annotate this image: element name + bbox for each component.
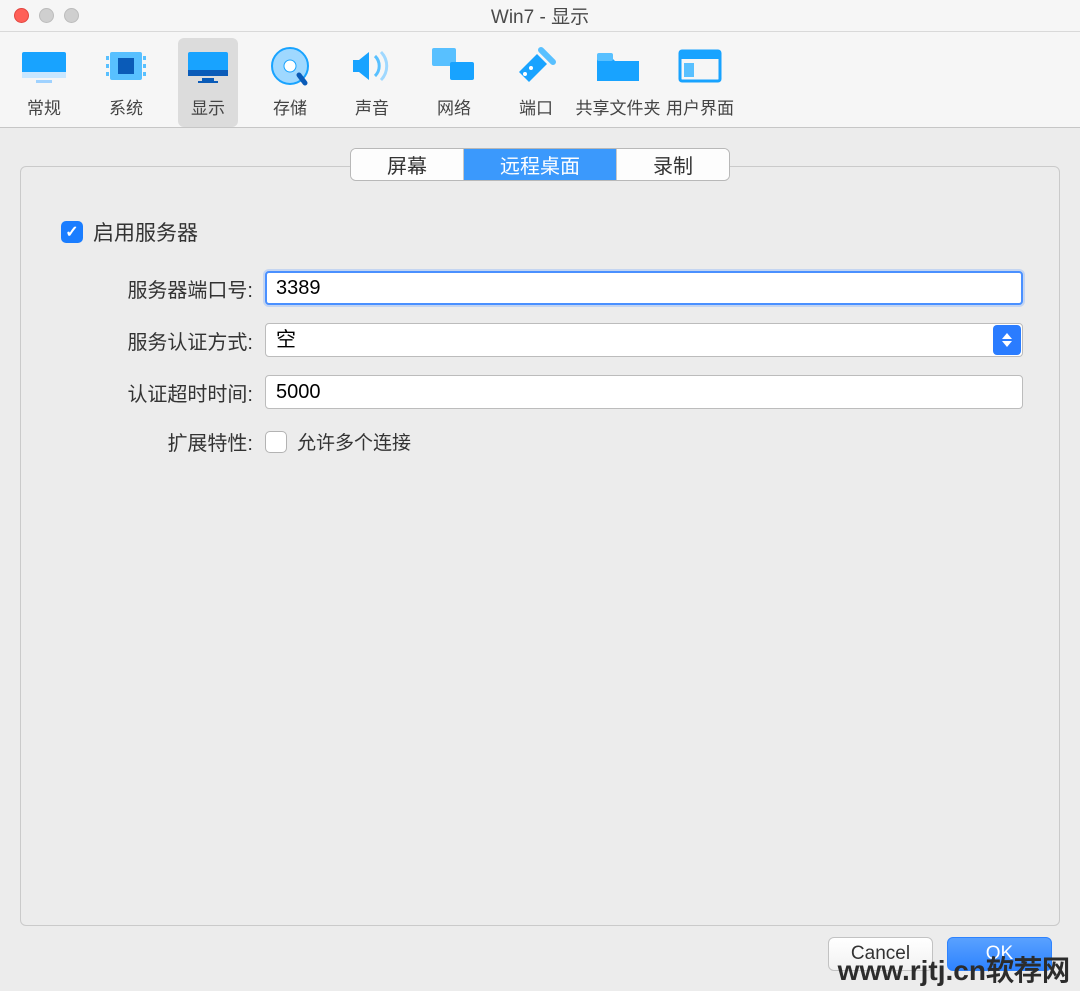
footer-buttons: Cancel OK — [828, 937, 1052, 971]
window-title: Win7 - 显示 — [0, 2, 1080, 29]
server-port-row: 服务器端口号: — [57, 271, 1023, 305]
shared-folder-icon — [593, 44, 643, 88]
tab-bar: 屏幕 远程桌面 录制 — [10, 148, 1070, 181]
server-port-label: 服务器端口号: — [57, 274, 257, 303]
toolbar-label: 声音 — [355, 94, 389, 119]
tab-record[interactable]: 录制 — [617, 149, 729, 180]
toolbar-label: 共享文件夹 — [576, 94, 661, 119]
traffic-lights — [0, 8, 79, 23]
tab-remote-desktop[interactable]: 远程桌面 — [464, 149, 617, 180]
auth-method-label: 服务认证方式: — [57, 326, 257, 355]
toolbar-label: 用户界面 — [666, 94, 734, 119]
display-icon — [183, 44, 233, 88]
settings-panel: 启用服务器 服务器端口号: 服务认证方式: 空 认证超时时间: — [20, 166, 1060, 926]
toolbar-item-storage[interactable]: 存储 — [260, 38, 320, 127]
auth-timeout-label: 认证超时时间: — [57, 378, 257, 407]
toolbar-item-audio[interactable]: 声音 — [342, 38, 402, 127]
toolbar: 常规 系统 显示 存储 声音 网络 端口 — [0, 32, 1080, 128]
toolbar-label: 网络 — [437, 94, 471, 119]
toolbar-label: 常规 — [27, 94, 61, 119]
network-icon — [429, 44, 479, 88]
toolbar-item-ui[interactable]: 用户界面 — [670, 38, 730, 127]
toolbar-label: 存储 — [273, 94, 307, 119]
auth-method-select[interactable]: 空 — [265, 323, 1023, 357]
toolbar-item-network[interactable]: 网络 — [424, 38, 484, 127]
auth-timeout-row: 认证超时时间: — [57, 375, 1023, 409]
allow-multi-checkbox[interactable] — [265, 431, 287, 453]
zoom-window-button[interactable] — [64, 8, 79, 23]
storage-icon — [265, 44, 315, 88]
toolbar-label: 显示 — [191, 94, 225, 119]
audio-icon — [347, 44, 397, 88]
auth-method-row: 服务认证方式: 空 — [57, 323, 1023, 357]
ports-icon — [511, 44, 561, 88]
server-port-input[interactable] — [265, 271, 1023, 305]
cancel-button[interactable]: Cancel — [828, 937, 933, 971]
general-icon — [19, 44, 69, 88]
system-icon — [101, 44, 151, 88]
toolbar-item-ports[interactable]: 端口 — [506, 38, 566, 127]
ok-button[interactable]: OK — [947, 937, 1052, 971]
toolbar-label: 端口 — [519, 94, 553, 119]
toolbar-label: 系统 — [109, 94, 143, 119]
enable-server-label: 启用服务器 — [93, 217, 198, 247]
toolbar-item-system[interactable]: 系统 — [96, 38, 156, 127]
enable-server-row: 启用服务器 — [61, 217, 1023, 247]
auth-timeout-input[interactable] — [265, 375, 1023, 409]
tab-screen[interactable]: 屏幕 — [351, 149, 464, 180]
titlebar: Win7 - 显示 — [0, 0, 1080, 32]
toolbar-item-display[interactable]: 显示 — [178, 38, 238, 127]
content: 屏幕 远程桌面 录制 启用服务器 服务器端口号: 服务认证方式: 空 — [0, 128, 1080, 936]
allow-multi-label: 允许多个连接 — [297, 428, 411, 455]
close-window-button[interactable] — [14, 8, 29, 23]
enable-server-checkbox[interactable] — [61, 221, 83, 243]
extended-row: 扩展特性: 允许多个连接 — [57, 427, 1023, 456]
toolbar-item-shared[interactable]: 共享文件夹 — [588, 38, 648, 127]
toolbar-item-general[interactable]: 常规 — [14, 38, 74, 127]
extended-label: 扩展特性: — [57, 427, 257, 456]
minimize-window-button[interactable] — [39, 8, 54, 23]
ui-icon — [675, 44, 725, 88]
